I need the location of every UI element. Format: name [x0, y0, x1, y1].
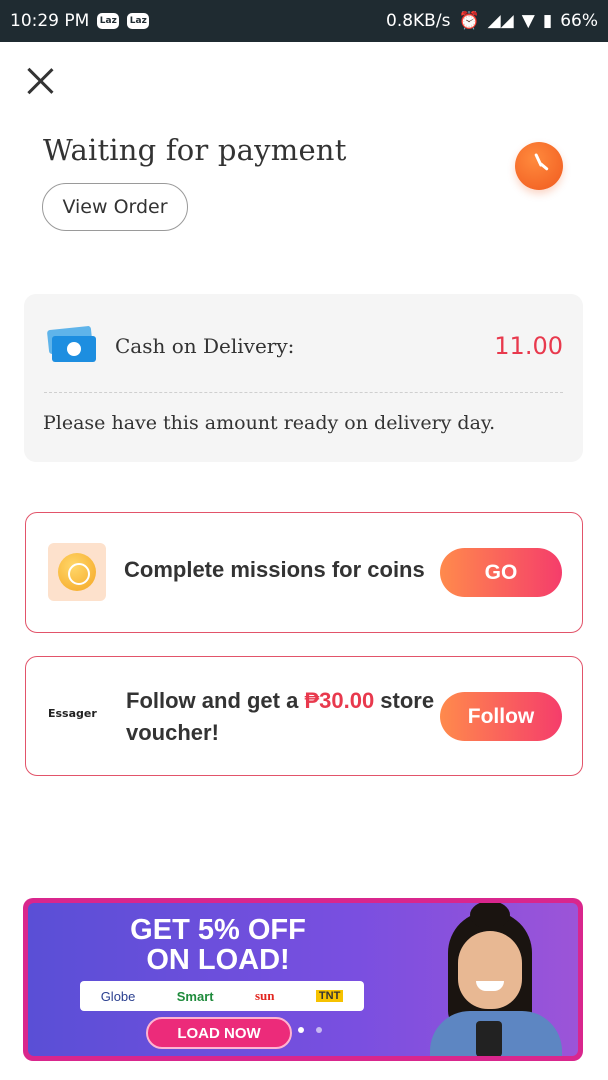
- voucher-amount: ₱30.00: [304, 688, 375, 713]
- sun-logo: sun: [255, 988, 275, 1003]
- cash-icon: [46, 325, 96, 362]
- page-title: Waiting for payment: [43, 133, 347, 167]
- wifi-icon: ▼: [521, 11, 535, 31]
- banner-headline-line1: GET 5% OFF: [130, 914, 306, 946]
- status-bar-left: 10:29 PM Laz Laz: [10, 11, 150, 31]
- go-button[interactable]: GO: [440, 548, 562, 597]
- follow-text-prefix: Follow and get a: [126, 688, 305, 713]
- status-bar: 10:29 PM Laz Laz 0.8KB/s ⏰ ◢◢ ▼ ▮ 66%: [0, 0, 608, 42]
- smart-logo: Smart: [176, 988, 214, 1004]
- promo-banner-inner: GET 5% OFF ON LOAD! Globe Smart sun TNT …: [28, 903, 578, 1056]
- status-bar-right: 0.8KB/s ⏰ ◢◢ ▼ ▮ 66%: [386, 11, 598, 31]
- battery-percent: 66%: [560, 11, 598, 31]
- payment-note: Please have this amount ready on deliver…: [43, 412, 496, 434]
- banner-model-image: [418, 903, 578, 1056]
- lazada-notification-icon: Laz: [97, 13, 120, 29]
- promo-banner[interactable]: GET 5% OFF ON LOAD! Globe Smart sun TNT …: [23, 898, 583, 1061]
- battery-icon: ▮: [542, 11, 553, 31]
- follow-card[interactable]: Essager Follow and get a ₱30.00 store vo…: [25, 656, 583, 776]
- alarm-icon: ⏰: [458, 11, 480, 31]
- close-icon[interactable]: [22, 62, 60, 100]
- payment-method-label: Cash on Delivery:: [115, 334, 295, 358]
- mission-text: Complete missions for coins: [124, 557, 425, 582]
- payment-amount: 11.00: [494, 332, 563, 360]
- banner-headline-line2: ON LOAD!: [146, 944, 290, 976]
- follow-text: Follow and get a ₱30.00 store voucher!: [126, 685, 446, 749]
- follow-button[interactable]: Follow: [440, 692, 562, 741]
- carousel-dot[interactable]: [316, 1027, 322, 1033]
- coin-icon: [48, 543, 106, 601]
- payment-card: Cash on Delivery: 11.00 Please have this…: [24, 294, 583, 462]
- network-speed: 0.8KB/s: [386, 11, 451, 31]
- clock-icon: [515, 142, 563, 190]
- signal-icon: ◢◢: [487, 11, 514, 31]
- telco-logos: Globe Smart sun TNT: [80, 981, 364, 1011]
- load-now-button[interactable]: LOAD NOW: [146, 1017, 292, 1049]
- lazada-notification-icon: Laz: [127, 13, 150, 29]
- status-time: 10:29 PM: [10, 11, 90, 31]
- tnt-logo: TNT: [315, 990, 344, 1002]
- globe-logo: Globe: [100, 988, 136, 1004]
- view-order-button[interactable]: View Order: [42, 183, 188, 231]
- store-logo: Essager: [48, 707, 97, 720]
- divider: [44, 392, 563, 393]
- mission-card[interactable]: Complete missions for coins GO: [25, 512, 583, 633]
- carousel-dots: [298, 1027, 322, 1033]
- carousel-dot[interactable]: [298, 1027, 304, 1033]
